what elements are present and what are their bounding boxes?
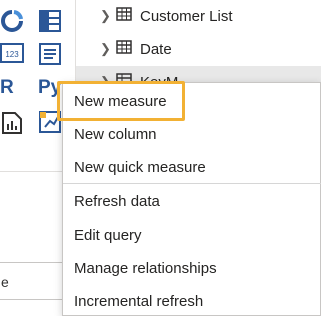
field-table-customer-list[interactable]: ❯ Customer List (76, 0, 321, 32)
r-script-visual-icon[interactable]: R (0, 77, 14, 99)
menu-item-manage-relationships[interactable]: Manage relationships (63, 252, 321, 284)
chevron-right-icon[interactable]: ❯ (100, 41, 114, 57)
table-icon (116, 6, 132, 26)
menu-item-edit-query[interactable]: Edit query (63, 219, 321, 251)
table-visual-icon[interactable] (38, 9, 62, 33)
donut-chart-icon[interactable] (0, 8, 24, 34)
field-table-label: Date (140, 40, 172, 58)
chevron-right-icon[interactable]: ❯ (100, 8, 114, 24)
menu-item-new-quick-measure[interactable]: New quick measure (63, 151, 321, 183)
field-well-input[interactable]: e (0, 262, 64, 300)
menu-item-refresh-data[interactable]: Refresh data (63, 185, 321, 217)
paginated-report-icon[interactable] (0, 110, 24, 136)
table-icon (116, 39, 132, 59)
field-table-label: Customer List (140, 7, 233, 25)
menu-item-incremental-refresh[interactable]: Incremental refresh (63, 285, 321, 316)
menu-divider (63, 183, 321, 184)
highlight-box (57, 81, 185, 121)
card-visual-text: 123 (5, 50, 19, 59)
menu-item-new-column[interactable]: New column (63, 118, 321, 150)
card-visual-icon[interactable]: 123 (0, 41, 24, 65)
slicer-visual-icon[interactable] (38, 42, 62, 66)
field-table-date[interactable]: ❯ Date (76, 33, 321, 65)
